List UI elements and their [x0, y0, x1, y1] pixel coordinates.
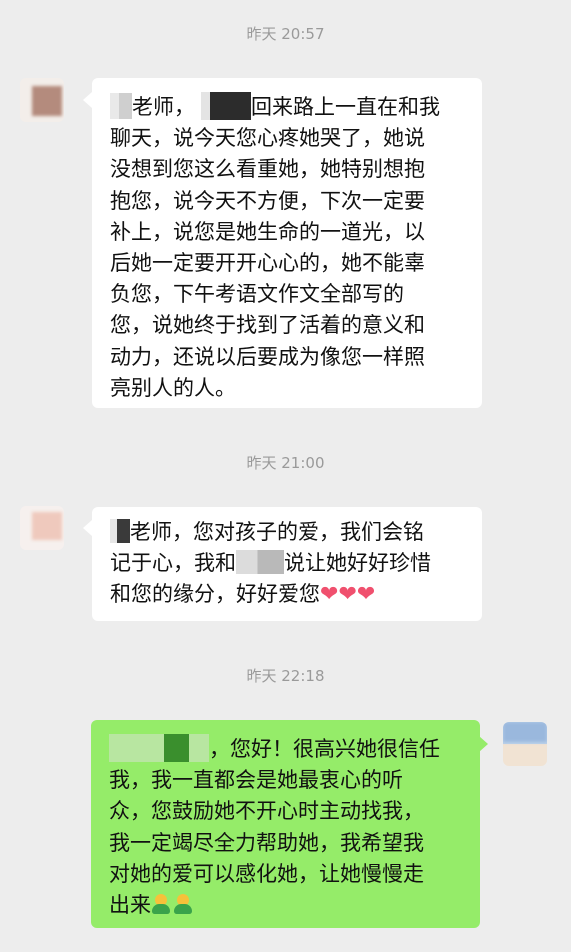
- contact-avatar[interactable]: [20, 78, 64, 122]
- bubble-tail: [83, 520, 92, 536]
- message-line: 您，说她终于找到了活着的意义和: [110, 313, 425, 338]
- redacted-name: [201, 92, 251, 120]
- message-line: 抱您，说今天不方便，下次一定要: [110, 188, 425, 213]
- bubble-tail: [479, 736, 488, 752]
- redacted-name: [110, 93, 132, 119]
- timestamp: 昨天 20:57: [246, 25, 325, 43]
- person-hug-icon: [151, 893, 171, 915]
- redacted-name: [110, 519, 130, 543]
- message-line: 亮别人的人。: [110, 375, 236, 400]
- message-line: ，您好！很高兴她很信任: [109, 734, 466, 765]
- my-avatar[interactable]: [503, 722, 547, 766]
- message-line: 对她的爱可以感化她，让她慢慢走: [109, 861, 424, 886]
- message-line: 出来: [109, 890, 466, 921]
- message-line: 没想到您这么看重她，她特别想抱: [110, 157, 425, 182]
- redacted-name: [109, 734, 209, 762]
- heart-icon: ❤: [320, 582, 339, 608]
- person-hug-icon: [173, 893, 193, 915]
- message-line: 补上，说您是她生命的一道光，以: [110, 219, 425, 244]
- message-line: 老师，您对孩子的爱，我们会铭: [110, 517, 468, 548]
- message-bubble-outgoing[interactable]: ，您好！很高兴她很信任 我，我一直都会是她最衷心的听 众，您鼓励她不开心时主动找…: [91, 720, 480, 928]
- heart-icon: ❤: [338, 582, 357, 608]
- message-line: 负您，下午考语文作文全部写的: [110, 282, 404, 307]
- contact-avatar[interactable]: [20, 506, 64, 550]
- message-bubble-incoming[interactable]: 老师，您对孩子的爱，我们会铭 记于心，我和 说让她好好珍惜 和您的缘分，好好爱您❤…: [92, 507, 482, 621]
- message-line: 老师， 回来路上一直在和我: [110, 92, 468, 123]
- heart-icon: ❤: [356, 582, 376, 608]
- redacted-name: [236, 550, 284, 575]
- bubble-tail: [83, 92, 92, 108]
- timestamp: 昨天 21:00: [246, 454, 325, 472]
- message-line: 聊天，说今天您心疼她哭了，她说: [110, 126, 425, 151]
- message-line: 后她一定要开开心心的，她不能辜: [110, 251, 425, 276]
- message-line: 动力，还说以后要成为像您一样照: [110, 344, 425, 369]
- message-bubble-incoming[interactable]: 老师， 回来路上一直在和我 聊天，说今天您心疼她哭了，她说 没想到您这么看重她，她…: [92, 78, 482, 408]
- message-line: 我，我一直都会是她最衷心的听: [109, 768, 403, 793]
- message-line: 众，您鼓励她不开心时主动找我，: [109, 799, 424, 824]
- timestamp: 昨天 22:18: [246, 667, 325, 685]
- message-line: 我一定竭尽全力帮助她，我希望我: [109, 830, 424, 855]
- message-line: 记于心，我和 说让她好好珍惜: [110, 550, 431, 576]
- message-line: 和您的缘分，好好爱您❤❤❤: [110, 582, 376, 608]
